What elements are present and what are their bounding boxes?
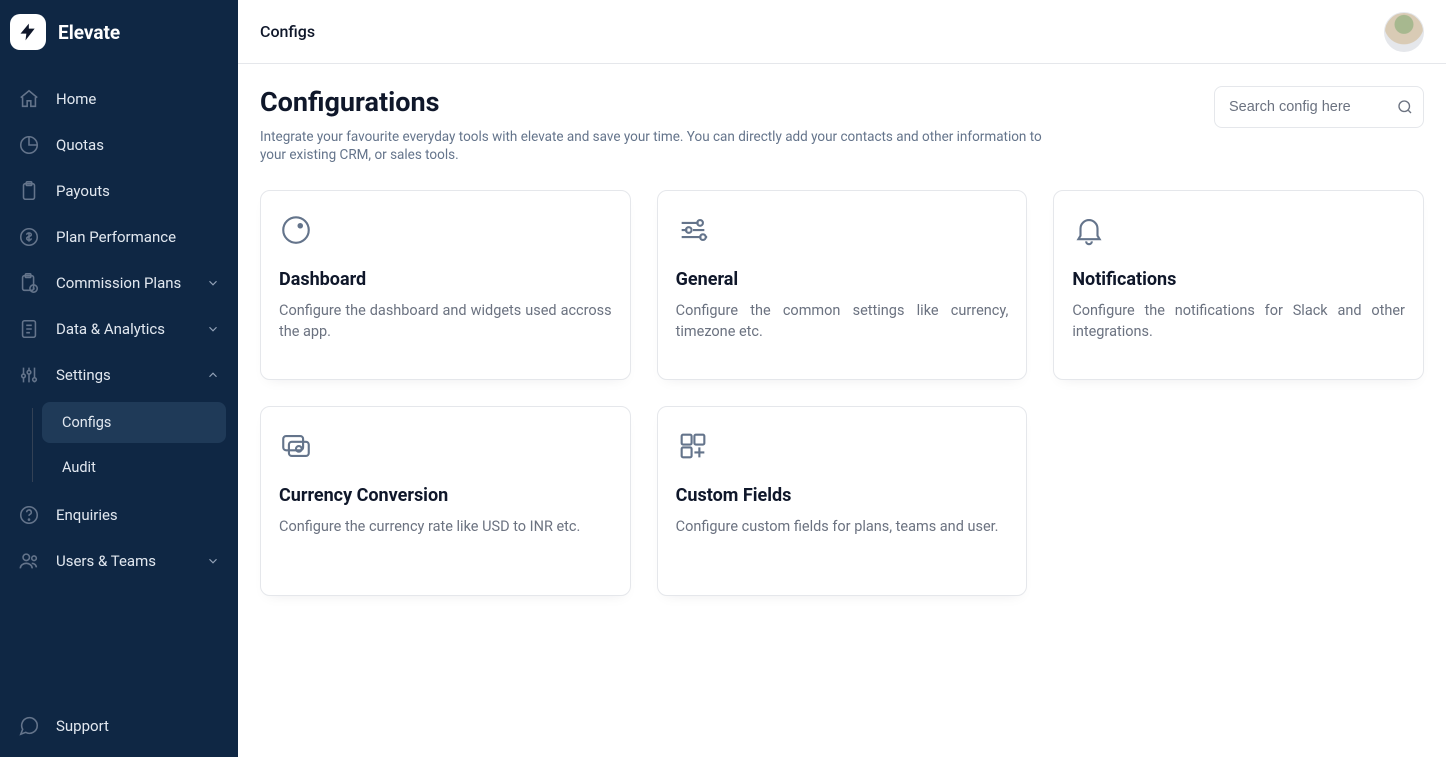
search-icon [1396, 98, 1414, 116]
sidebar-nav: Home Quotas Payouts Plan Performance Com [0, 60, 238, 695]
grid-plus-icon [676, 429, 710, 463]
clipboard-icon [18, 180, 40, 202]
card-currency-conversion[interactable]: Currency Conversion Configure the curren… [260, 406, 631, 596]
card-desc: Configure the currency rate like USD to … [279, 516, 612, 537]
page-title: Configurations [260, 86, 1050, 118]
sidebar-item-label: Enquiries [56, 506, 118, 524]
sidebar-item-plan-performance[interactable]: Plan Performance [8, 214, 230, 260]
breadcrumb: Configs [260, 22, 315, 41]
card-desc: Configure custom fields for plans, teams… [676, 516, 1009, 537]
avatar[interactable] [1384, 12, 1424, 52]
bell-icon [1072, 213, 1106, 247]
document-bars-icon [18, 318, 40, 340]
brand-name: Elevate [58, 21, 120, 44]
sidebar-item-settings[interactable]: Settings [8, 352, 230, 398]
chevron-down-icon [206, 276, 220, 290]
sidebar-item-data-analytics[interactable]: Data & Analytics [8, 306, 230, 352]
card-desc: Configure the common settings like curre… [676, 300, 1009, 342]
sidebar-item-payouts[interactable]: Payouts [8, 168, 230, 214]
card-custom-fields[interactable]: Custom Fields Configure custom fields fo… [657, 406, 1028, 596]
sidebar-footer: Support [0, 695, 238, 757]
page-head: Configurations Integrate your favourite … [260, 86, 1424, 164]
sidebar-item-enquiries[interactable]: Enquiries [8, 492, 230, 538]
sidebar-item-commission-plans[interactable]: Commission Plans [8, 260, 230, 306]
card-title: Notifications [1072, 269, 1405, 290]
main: Configs Configurations Integrate your fa… [238, 0, 1446, 757]
card-dashboard[interactable]: Dashboard Configure the dashboard and wi… [260, 190, 631, 380]
chevron-down-icon [206, 322, 220, 336]
card-title: Dashboard [279, 269, 612, 290]
sidebar-item-support[interactable]: Support [8, 703, 230, 749]
question-circle-icon [18, 504, 40, 526]
sidebar-subitem-configs[interactable]: Configs [42, 402, 226, 443]
card-desc: Configure the dashboard and widgets used… [279, 300, 612, 342]
topbar: Configs [238, 0, 1446, 64]
chevron-down-icon [206, 554, 220, 568]
card-general[interactable]: General Configure the common settings li… [657, 190, 1028, 380]
sidebar-subitem-audit[interactable]: Audit [42, 447, 226, 488]
sidebar: Elevate Home Quotas Payouts Plan Perfor [0, 0, 238, 757]
sliders-icon [18, 364, 40, 386]
card-title: Custom Fields [676, 485, 1009, 506]
chevron-up-icon [206, 368, 220, 382]
card-title: Currency Conversion [279, 485, 612, 506]
sidebar-item-label: Users & Teams [56, 552, 156, 570]
sidebar-item-quotas[interactable]: Quotas [8, 122, 230, 168]
sidebar-item-label: Data & Analytics [56, 320, 165, 338]
card-notifications[interactable]: Notifications Configure the notification… [1053, 190, 1424, 380]
sidebar-item-label: Settings [56, 366, 111, 384]
sidebar-item-label: Support [56, 717, 109, 735]
currency-stack-icon [279, 429, 313, 463]
sidebar-subitem-label: Configs [62, 414, 111, 431]
sidebar-item-users-teams[interactable]: Users & Teams [8, 538, 230, 584]
clipboard-clock-icon [18, 272, 40, 294]
dollar-circle-icon [18, 226, 40, 248]
sidebar-subnav-settings: Configs Audit [32, 402, 230, 488]
users-icon [18, 550, 40, 572]
content: Configurations Integrate your favourite … [238, 64, 1446, 626]
chat-icon [18, 715, 40, 737]
sidebar-item-label: Payouts [56, 182, 110, 200]
search-input[interactable] [1214, 86, 1424, 128]
card-title: General [676, 269, 1009, 290]
sidebar-item-label: Plan Performance [56, 228, 176, 246]
sidebar-subitem-label: Audit [62, 459, 96, 476]
pie-chart-icon [18, 134, 40, 156]
sidebar-item-label: Home [56, 90, 96, 108]
sidebar-item-home[interactable]: Home [8, 76, 230, 122]
home-icon [18, 88, 40, 110]
search-wrap [1214, 86, 1424, 128]
gauge-icon [279, 213, 313, 247]
card-desc: Configure the notifications for Slack an… [1072, 300, 1405, 342]
brand[interactable]: Elevate [0, 0, 238, 60]
sidebar-item-label: Commission Plans [56, 274, 181, 292]
brand-logo-icon [10, 14, 46, 50]
page-subtitle: Integrate your favourite everyday tools … [260, 128, 1050, 164]
sliders-horizontal-icon [676, 213, 710, 247]
sidebar-item-label: Quotas [56, 136, 104, 154]
cards-grid: Dashboard Configure the dashboard and wi… [260, 190, 1424, 596]
